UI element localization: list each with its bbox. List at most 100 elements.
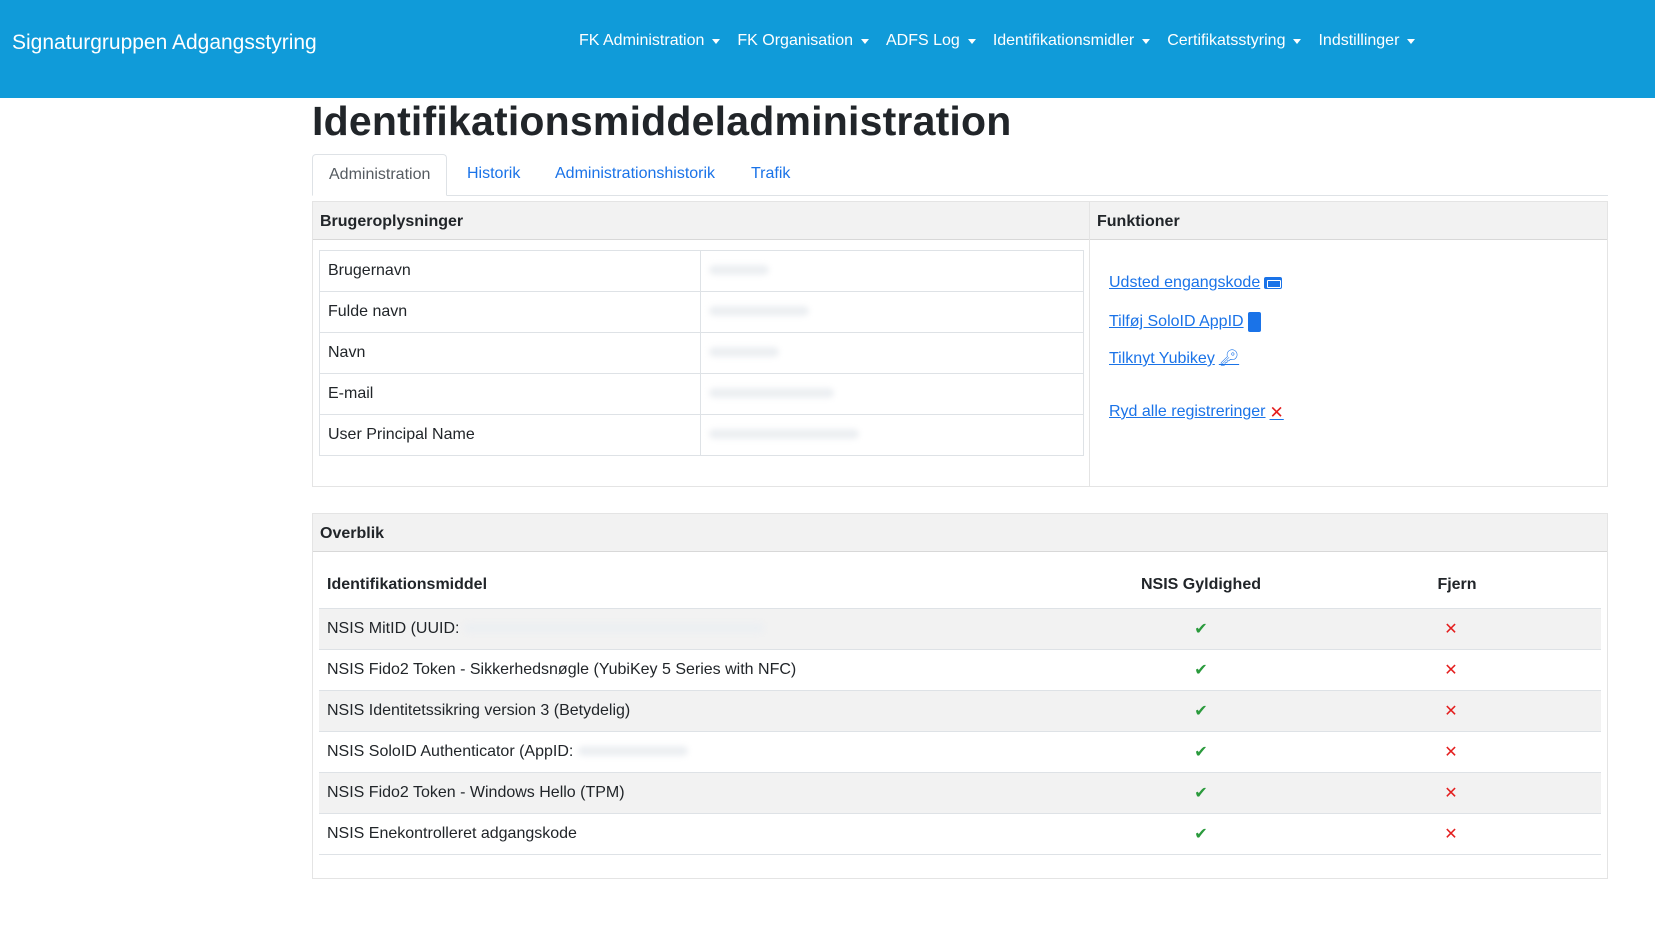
valid-cell: ✔ [1101, 690, 1301, 732]
table-row: NSIS SoloID Authenticator (AppID: ✔ ✕ [319, 731, 1601, 773]
field-value-upn [700, 414, 1084, 456]
remove-cell: ✕ [1301, 772, 1601, 814]
caret-down-icon [1142, 38, 1151, 44]
caret-down-icon [1293, 38, 1302, 44]
valid-cell: ✔ [1101, 731, 1301, 773]
row-name-text: NSIS MitID (UUID: [327, 619, 460, 637]
nav-identifikationsmidler[interactable]: Identifikationsmidler [992, 32, 1151, 50]
clear-registrations-label: Ryd alle registreringer [1109, 403, 1266, 420]
caret-down-icon [861, 38, 869, 44]
nav-fk-administration[interactable]: FK Administration [579, 32, 721, 50]
check-icon: ✔ [1194, 825, 1208, 843]
tab-administrationshistorik[interactable]: Administrationshistorik [555, 154, 715, 196]
attach-yubikey-link[interactable]: Tilknyt Yubikey 🔑︎ [1109, 350, 1239, 368]
check-icon: ✔ [1194, 784, 1208, 802]
brand-title[interactable]: Signaturgruppen Adgangsstyring [12, 31, 317, 55]
table-row: Brugernavn [319, 250, 1084, 292]
nav-adfs-log[interactable]: ADFS Log [886, 32, 976, 50]
table-row: NSIS Fido2 Token - Windows Hello (TPM) ✔… [319, 772, 1601, 814]
remove-x-icon[interactable]: ✕ [1444, 621, 1457, 638]
field-value-fulde-navn [700, 291, 1084, 333]
field-value-navn [700, 332, 1084, 374]
caret-down-icon [967, 38, 976, 44]
tab-administration[interactable]: Administration [312, 154, 448, 196]
caret-down-icon [1407, 38, 1416, 44]
user-info-header: Brugeroplysninger [313, 202, 1089, 240]
remove-x-icon[interactable]: ✕ [1444, 662, 1457, 679]
row-name: NSIS Fido2 Token - Sikkerhedsnøgle (Yubi… [319, 649, 1101, 691]
check-icon: ✔ [1194, 702, 1208, 720]
issue-otp-label: Udsted engangskode [1109, 274, 1261, 291]
table-row: NSIS Identitetssikring version 3 (Betyde… [319, 690, 1601, 732]
functions-panel: Funktioner Udsted engangskode Tilføj Sol… [1089, 201, 1608, 487]
tab-bar: Administration Historik Administrationsh… [312, 154, 1608, 196]
check-icon: ✔ [1194, 661, 1208, 679]
nav-fk-organisation[interactable]: FK Organisation [737, 32, 869, 50]
check-icon: ✔ [1194, 743, 1208, 761]
nav-label: Identifikationsmidler [992, 32, 1135, 49]
table-row: Fulde navn [319, 291, 1084, 333]
valid-cell: ✔ [1101, 608, 1301, 650]
overview-panel: Overblik Identifikationsmiddel NSIS Gyld… [312, 513, 1608, 879]
remove-cell: ✕ [1301, 649, 1601, 691]
table-row: Navn [319, 332, 1084, 374]
clear-registrations-link[interactable]: Ryd alle registreringer ✕ [1109, 403, 1284, 421]
row-name-text: NSIS SoloID Authenticator (AppID: [327, 742, 574, 760]
remove-cell: ✕ [1301, 731, 1601, 773]
field-label-fulde-navn: Fulde navn [319, 291, 701, 333]
nav-label: ADFS Log [886, 32, 960, 49]
top-navbar: Signaturgruppen Adgangsstyring FK Admini… [0, 0, 1655, 98]
field-label-navn: Navn [319, 332, 701, 374]
field-label-brugernavn: Brugernavn [319, 250, 701, 292]
row-name: NSIS Fido2 Token - Windows Hello (TPM) [319, 772, 1101, 814]
table-row: NSIS MitID (UUID: ✔ ✕ [319, 608, 1601, 650]
nav-label: FK Administration [579, 32, 705, 49]
nav-certifikatsstyring[interactable]: Certifikatsstyring [1167, 32, 1302, 50]
nav-indstillinger[interactable]: Indstillinger [1318, 32, 1416, 50]
remove-x-icon[interactable]: ✕ [1444, 826, 1457, 843]
remove-cell: ✕ [1301, 813, 1601, 855]
row-name: NSIS MitID (UUID: [319, 608, 1101, 650]
row-name: NSIS Identitetssikring version 3 (Betyde… [319, 690, 1101, 732]
main-nav: FK Administration FK Organisation ADFS L… [579, 32, 1416, 50]
overview-header: Overblik [313, 514, 1607, 552]
remove-x-icon[interactable]: ✕ [1444, 703, 1457, 720]
valid-cell: ✔ [1101, 649, 1301, 691]
nav-label: Indstillinger [1318, 32, 1400, 49]
remove-cell: ✕ [1301, 690, 1601, 732]
table-row: NSIS Enekontrolleret adgangskode ✔ ✕ [319, 813, 1601, 855]
check-icon: ✔ [1194, 620, 1208, 638]
col-header-fjern: Fjern [1301, 562, 1601, 609]
add-soloid-label: Tilføj SoloID AppID [1109, 313, 1244, 330]
nav-label: FK Organisation [737, 32, 853, 49]
field-value-email [700, 373, 1084, 415]
valid-cell: ✔ [1101, 813, 1301, 855]
row-name: NSIS Enekontrolleret adgangskode [319, 813, 1101, 855]
x-icon: ✕ [1269, 402, 1284, 422]
tab-historik[interactable]: Historik [467, 154, 520, 196]
remove-cell: ✕ [1301, 608, 1601, 650]
table-row: User Principal Name [319, 414, 1084, 456]
col-header-nsis-gyldighed: NSIS Gyldighed [1101, 562, 1301, 609]
field-value-brugernavn [700, 250, 1084, 292]
table-row: NSIS Fido2 Token - Sikkerhedsnøgle (Yubi… [319, 649, 1601, 691]
caret-down-icon [712, 38, 721, 44]
remove-x-icon[interactable]: ✕ [1444, 785, 1457, 802]
col-header-identifikationsmiddel: Identifikationsmiddel [319, 562, 1101, 609]
row-name: NSIS SoloID Authenticator (AppID: [319, 731, 1101, 773]
valid-cell: ✔ [1101, 772, 1301, 814]
functions-header: Funktioner [1090, 202, 1607, 240]
issue-otp-link[interactable]: Udsted engangskode [1109, 274, 1283, 292]
user-info-table: Brugernavn Fulde navn Navn E-mail User P… [319, 250, 1084, 456]
field-label-upn: User Principal Name [319, 414, 701, 456]
table-row: E-mail [319, 373, 1084, 415]
overview-table: Identifikationsmiddel NSIS Gyldighed Fje… [319, 562, 1601, 855]
key-icon: 🔑︎ [1218, 350, 1240, 367]
attach-yubikey-label: Tilknyt Yubikey [1109, 350, 1215, 367]
phone-icon [1247, 312, 1261, 332]
tab-trafik[interactable]: Trafik [751, 154, 790, 196]
add-soloid-link[interactable]: Tilføj SoloID AppID [1109, 312, 1261, 332]
remove-x-icon[interactable]: ✕ [1444, 744, 1457, 761]
nav-label: Certifikatsstyring [1167, 32, 1286, 49]
table-header-row: Identifikationsmiddel NSIS Gyldighed Fje… [319, 562, 1601, 609]
